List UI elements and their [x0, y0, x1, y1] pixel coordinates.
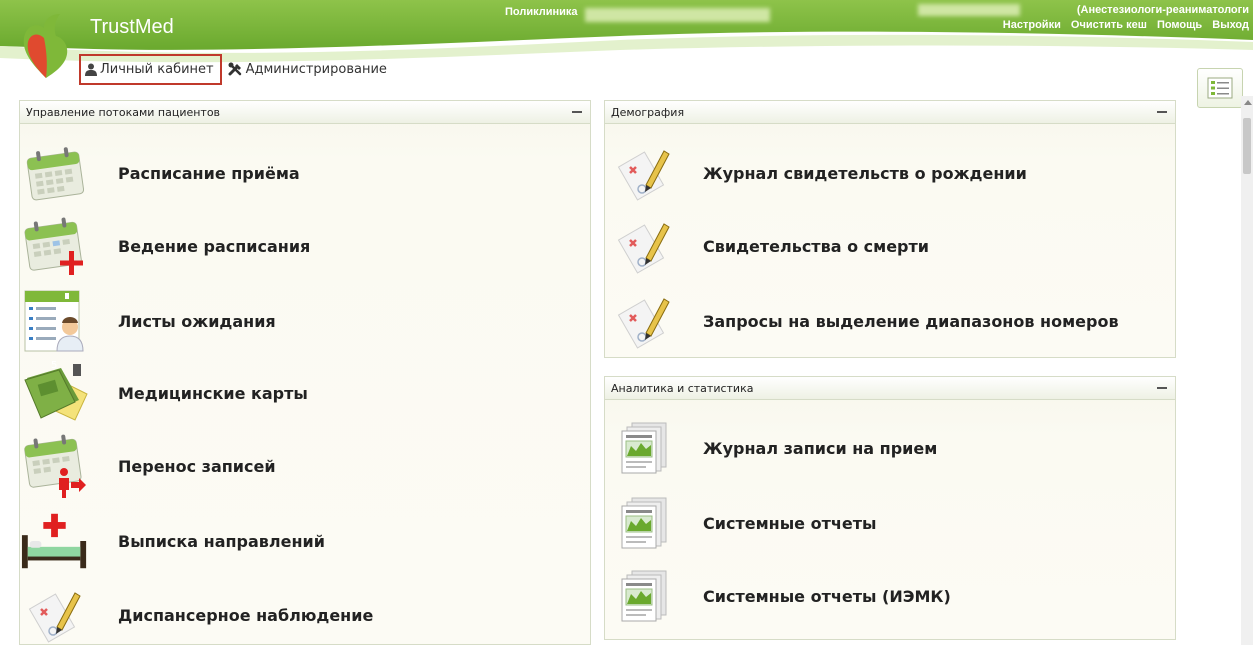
- panel-title: Управление потоками пациентов: [26, 105, 221, 119]
- personal-cabinet-label: Личный кабинет: [100, 61, 214, 77]
- user-name-redacted: [918, 4, 1020, 16]
- menu-item-death-certificates[interactable]: Свидетельства о смерти: [605, 211, 1175, 281]
- help-link[interactable]: Помощь: [1157, 19, 1202, 31]
- tools-icon: [228, 62, 241, 76]
- menu-item-label: Расписание приёма: [118, 163, 300, 183]
- menu-item-label: Ведение расписания: [118, 236, 311, 256]
- menu-item-schedule[interactable]: Расписание приёма: [20, 138, 590, 208]
- clear-cache-link[interactable]: Очистить кеш: [1071, 19, 1147, 31]
- user-icon: [85, 63, 97, 76]
- menu-item-label: Выписка направлений: [118, 531, 325, 551]
- menu-item-label: Запросы на выделение диапазонов номеров: [703, 311, 1119, 331]
- clinic-name-redacted: [585, 8, 770, 22]
- menu-item-referrals[interactable]: Выписка направлений: [20, 506, 590, 576]
- brand-name: TrustMed: [90, 16, 174, 38]
- medical-card-icon: 5: [20, 360, 90, 426]
- top-links: Настройки Очистить кеш Помощь Выход: [996, 19, 1249, 31]
- administration-link[interactable]: Администрирование: [228, 62, 387, 77]
- panel-demography: Демография Журнал свидетельств о рождени…: [604, 100, 1176, 358]
- panel-layout-button[interactable]: [1197, 68, 1243, 108]
- menu-item-appointment-journal[interactable]: Журнал записи на прием: [605, 413, 1175, 483]
- menu-item-label: Журнал свидетельств о рождении: [703, 163, 1027, 183]
- report-chart-icon: [609, 490, 679, 556]
- settings-link[interactable]: Настройки: [1003, 19, 1061, 31]
- panel-header: Демография: [605, 101, 1175, 124]
- calendar-icon: [20, 140, 90, 206]
- document-edit-icon: [609, 288, 679, 354]
- menu-item-schedule-management[interactable]: Ведение расписания: [20, 211, 590, 281]
- app-header: TrustMed Поликлиника (Анестезиологи-реан…: [0, 0, 1253, 92]
- top-nav: Личный кабинет Администрирование: [79, 52, 387, 86]
- menu-item-birth-certificates[interactable]: Журнал свидетельств о рождении: [605, 138, 1175, 208]
- report-chart-icon: [609, 415, 679, 481]
- collapse-icon[interactable]: [572, 111, 582, 113]
- menu-item-label: Системные отчеты (ИЭМК): [703, 586, 951, 606]
- menu-item-label: Диспансерное наблюдение: [118, 605, 374, 625]
- menu-item-waiting-lists[interactable]: Листы ожидания: [20, 286, 590, 356]
- logout-link[interactable]: Выход: [1212, 19, 1249, 31]
- panel-title: Аналитика и статистика: [611, 381, 754, 395]
- menu-item-system-reports-iemk[interactable]: Системные отчеты (ИЭМК): [605, 561, 1175, 631]
- administration-label: Администрирование: [245, 61, 387, 77]
- menu-item-dispensary[interactable]: Диспансерное наблюдение: [20, 580, 590, 650]
- document-edit-icon: [609, 213, 679, 279]
- trustmed-logo: [20, 12, 72, 80]
- menu-item-number-ranges[interactable]: Запросы на выделение диапазонов номеров: [605, 286, 1175, 356]
- report-chart-icon: [609, 563, 679, 629]
- hospital-bed-icon: [20, 508, 90, 574]
- menu-item-transfer-records[interactable]: Перенос записей: [20, 431, 590, 501]
- menu-item-system-reports[interactable]: Системные отчеты: [605, 488, 1175, 558]
- collapse-icon[interactable]: [1157, 111, 1167, 113]
- panel-patient-flow: Управление потоками пациентов Расписание…: [19, 100, 591, 645]
- scroll-thumb[interactable]: [1243, 118, 1251, 174]
- document-edit-icon: [609, 140, 679, 206]
- waiting-list-icon: [20, 288, 90, 354]
- menu-item-label: Перенос записей: [118, 456, 276, 476]
- user-role: (Анестезиологи-реаниматологи: [1076, 4, 1249, 16]
- scroll-up-arrow-icon[interactable]: [1244, 100, 1252, 105]
- page-scrollbar[interactable]: [1241, 96, 1253, 645]
- calendar-transfer-icon: [20, 433, 90, 499]
- panel-title: Демография: [611, 105, 685, 119]
- personal-cabinet-link[interactable]: Личный кабинет: [79, 53, 222, 85]
- menu-item-medical-cards[interactable]: 5 Медицинские карты: [20, 358, 590, 428]
- document-edit-icon: [20, 582, 90, 648]
- panel-header: Управление потоками пациентов: [20, 101, 590, 124]
- panel-header: Аналитика и статистика: [605, 377, 1175, 400]
- list-settings-icon: [1207, 77, 1233, 99]
- collapse-icon[interactable]: [1157, 387, 1167, 389]
- menu-item-label: Листы ожидания: [118, 311, 276, 331]
- svg-text:5: 5: [51, 360, 57, 371]
- menu-item-label: Свидетельства о смерти: [703, 236, 929, 256]
- calendar-add-icon: [20, 213, 90, 279]
- menu-item-label: Медицинские карты: [118, 383, 308, 403]
- clinic-label: Поликлиника: [505, 6, 578, 18]
- menu-item-label: Системные отчеты: [703, 513, 877, 533]
- panel-analytics: Аналитика и статистика Журнал записи на …: [604, 376, 1176, 640]
- menu-item-label: Журнал записи на прием: [703, 438, 938, 458]
